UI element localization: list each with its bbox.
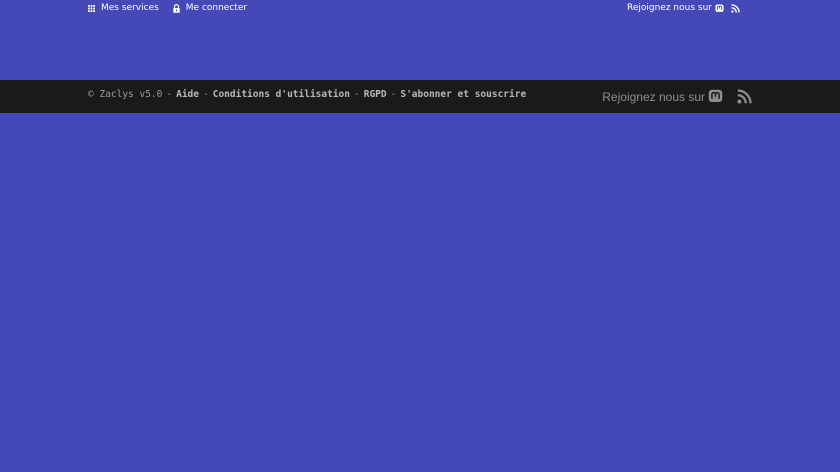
- footer-link-terms[interactable]: Conditions d'utilisation: [213, 89, 350, 100]
- rss-link[interactable]: [731, 3, 740, 13]
- top-nav-left: Mes services Me connecter: [88, 3, 247, 13]
- copyright-text: © Zaclys v5.0: [88, 89, 163, 100]
- login-link[interactable]: Me connecter: [173, 3, 247, 13]
- footer-bar: © Zaclys v5.0 - Aide - Conditions d'util…: [0, 80, 840, 113]
- footer-separator: -: [390, 89, 397, 100]
- services-link-label: Mes services: [101, 3, 159, 13]
- mastodon-icon: [715, 3, 724, 13]
- follow-label: Rejoignez nous sur: [627, 3, 712, 13]
- footer-mastodon-link[interactable]: Rejoignez nous sur: [602, 89, 723, 104]
- footer-separator: -: [354, 89, 360, 100]
- footer-follow-label: Rejoignez nous sur: [602, 89, 705, 104]
- footer-social: Rejoignez nous sur: [602, 89, 752, 104]
- grid-icon: [88, 4, 95, 12]
- top-nav-right: Rejoignez nous sur: [627, 3, 740, 13]
- footer-separator: -: [166, 89, 173, 100]
- footer-link-subscribe[interactable]: S'abonner et souscrire: [400, 89, 526, 100]
- footer-rss-link[interactable]: [737, 89, 752, 104]
- footer-link-rgpd[interactable]: RGPD: [364, 89, 387, 100]
- mastodon-link[interactable]: Rejoignez nous sur: [627, 3, 724, 13]
- login-link-label: Me connecter: [185, 3, 248, 13]
- lock-icon: [173, 3, 180, 13]
- rss-icon: [737, 89, 752, 104]
- top-navigation-bar: Mes services Me connecter Rejoignez nous…: [0, 0, 840, 20]
- services-link[interactable]: Mes services: [88, 3, 159, 13]
- footer-links: © Zaclys v5.0 - Aide - Conditions d'util…: [88, 89, 526, 100]
- mastodon-icon: [708, 89, 723, 104]
- footer-separator: -: [202, 89, 209, 100]
- rss-icon: [731, 3, 740, 13]
- footer-link-help[interactable]: Aide: [176, 89, 199, 100]
